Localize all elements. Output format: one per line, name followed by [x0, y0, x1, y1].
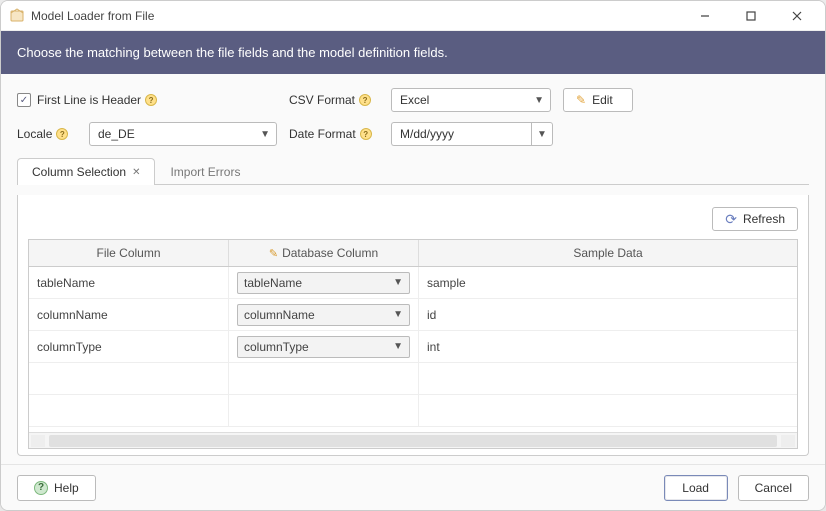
help-icon[interactable]: ?: [56, 128, 68, 140]
titlebar: Model Loader from File: [1, 1, 825, 31]
help-icon[interactable]: ?: [360, 128, 372, 140]
locale-combo[interactable]: de_DE ▼: [89, 122, 277, 146]
cell-db-column: columnType ▼: [229, 331, 419, 362]
tab-bar: Column Selection ✕ Import Errors: [17, 158, 809, 185]
chevron-down-icon: ▼: [260, 129, 270, 140]
db-column-select[interactable]: columnType ▼: [237, 336, 410, 358]
pencil-icon: ✎: [269, 247, 278, 260]
cell-db-column: tableName ▼: [229, 267, 419, 298]
table-row: columnType columnType ▼ int: [29, 331, 797, 363]
db-column-select[interactable]: tableName ▼: [237, 272, 410, 294]
app-icon: [9, 8, 25, 24]
date-format-field: M/dd/yyyy ▼: [391, 122, 571, 146]
date-format-label-text: Date Format: [289, 127, 356, 141]
date-format-label: Date Format ?: [289, 127, 379, 141]
edit-button[interactable]: ✎ Edit: [563, 88, 633, 112]
cell-sample: int: [419, 331, 797, 362]
refresh-icon: ⟳: [725, 211, 737, 228]
csv-format-label: CSV Format ?: [289, 93, 379, 107]
cell-sample: id: [419, 299, 797, 330]
locale-label: Locale ?: [17, 127, 77, 141]
db-column-value: columnType: [244, 340, 309, 354]
refresh-button[interactable]: ⟳ Refresh: [712, 207, 798, 231]
cell-file-column: columnType: [29, 331, 229, 362]
locale-label-text: Locale: [17, 127, 52, 141]
instruction-banner: Choose the matching between the file fie…: [1, 31, 825, 74]
minimize-button[interactable]: [685, 2, 725, 30]
header-file-column[interactable]: File Column: [29, 240, 229, 266]
horizontal-scrollbar[interactable]: [29, 432, 797, 448]
first-line-header-label: First Line is Header ?: [37, 93, 157, 107]
table-header: File Column ✎Database Column Sample Data: [29, 240, 797, 267]
table-row-empty: [29, 395, 797, 427]
tab-column-selection-label: Column Selection: [32, 165, 126, 179]
table-body: tableName tableName ▼ sample columnName: [29, 267, 797, 432]
cell-db-column: columnName ▼: [229, 299, 419, 330]
header-database-column[interactable]: ✎Database Column: [229, 240, 419, 266]
toolbar-row: ⟳ Refresh: [28, 207, 798, 231]
cancel-button-label: Cancel: [755, 481, 792, 495]
db-column-select[interactable]: columnName ▼: [237, 304, 410, 326]
help-icon[interactable]: ?: [359, 94, 371, 106]
checkbox-icon: ✓: [17, 93, 31, 107]
csv-format-value: Excel: [400, 93, 429, 107]
header-sample-data[interactable]: Sample Data: [419, 240, 797, 266]
refresh-button-label: Refresh: [743, 212, 785, 226]
date-format-input[interactable]: M/dd/yyyy: [391, 122, 531, 146]
load-button-label: Load: [682, 481, 709, 495]
date-format-dropdown-button[interactable]: ▼: [531, 122, 553, 146]
chevron-down-icon: ▼: [393, 277, 403, 288]
chevron-down-icon: ▼: [393, 341, 403, 352]
load-button[interactable]: Load: [664, 475, 728, 501]
edit-button-label: Edit: [592, 93, 613, 107]
close-button[interactable]: [777, 2, 817, 30]
first-line-header-label-text: First Line is Header: [37, 93, 141, 107]
tab-import-errors-label: Import Errors: [170, 165, 240, 179]
table-row: columnName columnName ▼ id: [29, 299, 797, 331]
help-button-label: Help: [54, 481, 79, 495]
scrollbar-thumb[interactable]: [49, 435, 777, 447]
tab-import-errors[interactable]: Import Errors: [155, 158, 255, 185]
first-line-header-checkbox[interactable]: ✓ First Line is Header ?: [17, 93, 277, 107]
csv-format-combo[interactable]: Excel ▼: [391, 88, 551, 112]
chevron-down-icon: ▼: [393, 309, 403, 320]
pencil-icon: ✎: [576, 93, 586, 107]
content-area: ✓ First Line is Header ? CSV Format ? Ex…: [1, 74, 825, 464]
csv-format-label-text: CSV Format: [289, 93, 355, 107]
close-icon[interactable]: ✕: [132, 167, 140, 178]
db-column-value: tableName: [244, 276, 302, 290]
date-format-value: M/dd/yyyy: [400, 127, 454, 141]
cell-sample: sample: [419, 267, 797, 298]
mapping-table: File Column ✎Database Column Sample Data…: [28, 239, 798, 449]
dialog-footer: ? Help Load Cancel: [1, 464, 825, 510]
help-button[interactable]: ? Help: [17, 475, 96, 501]
form-row-2: Locale ? de_DE ▼ Date Format ? M/dd/yyyy…: [17, 122, 809, 146]
instruction-text: Choose the matching between the file fie…: [17, 45, 448, 60]
chevron-down-icon: ▼: [534, 95, 544, 106]
chevron-down-icon: ▼: [537, 129, 547, 140]
help-icon[interactable]: ?: [145, 94, 157, 106]
help-icon: ?: [34, 481, 48, 495]
db-column-value: columnName: [244, 308, 315, 322]
maximize-button[interactable]: [731, 2, 771, 30]
dialog-window: Model Loader from File Choose the matchi…: [0, 0, 826, 511]
table-row-empty: [29, 363, 797, 395]
tab-panel: ⟳ Refresh File Column ✎Database Column S…: [17, 195, 809, 456]
window-title: Model Loader from File: [31, 9, 679, 23]
tab-column-selection[interactable]: Column Selection ✕: [17, 158, 155, 185]
cell-file-column: tableName: [29, 267, 229, 298]
cancel-button[interactable]: Cancel: [738, 475, 809, 501]
form-row-1: ✓ First Line is Header ? CSV Format ? Ex…: [17, 88, 809, 112]
table-row: tableName tableName ▼ sample: [29, 267, 797, 299]
locale-value: de_DE: [98, 127, 135, 141]
cell-file-column: columnName: [29, 299, 229, 330]
